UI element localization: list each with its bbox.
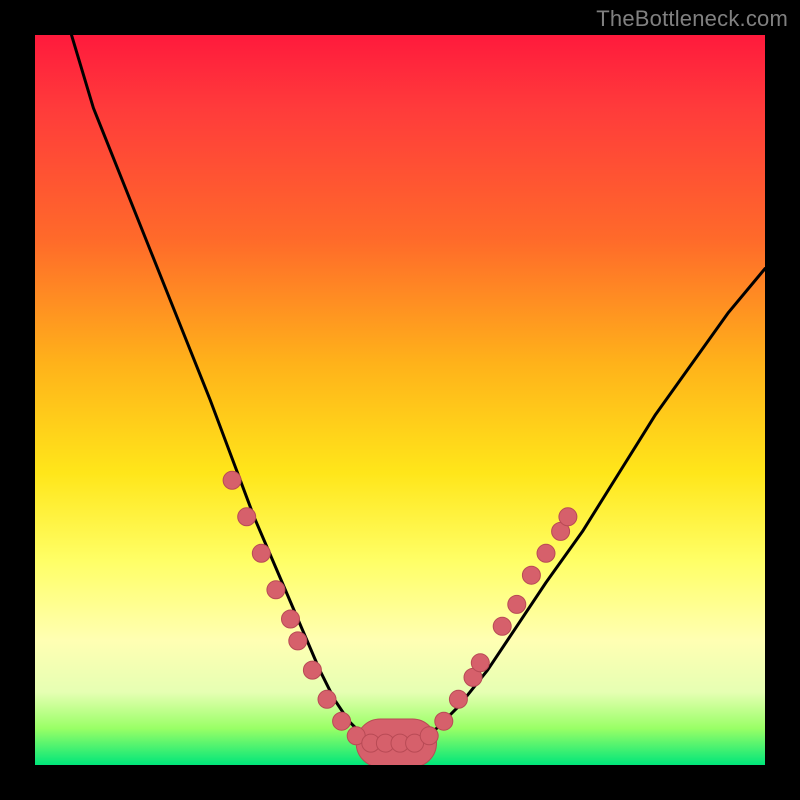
chart-plot-area [35,35,765,765]
watermark-label: TheBottleneck.com [596,6,788,32]
chart-frame: TheBottleneck.com [0,0,800,800]
